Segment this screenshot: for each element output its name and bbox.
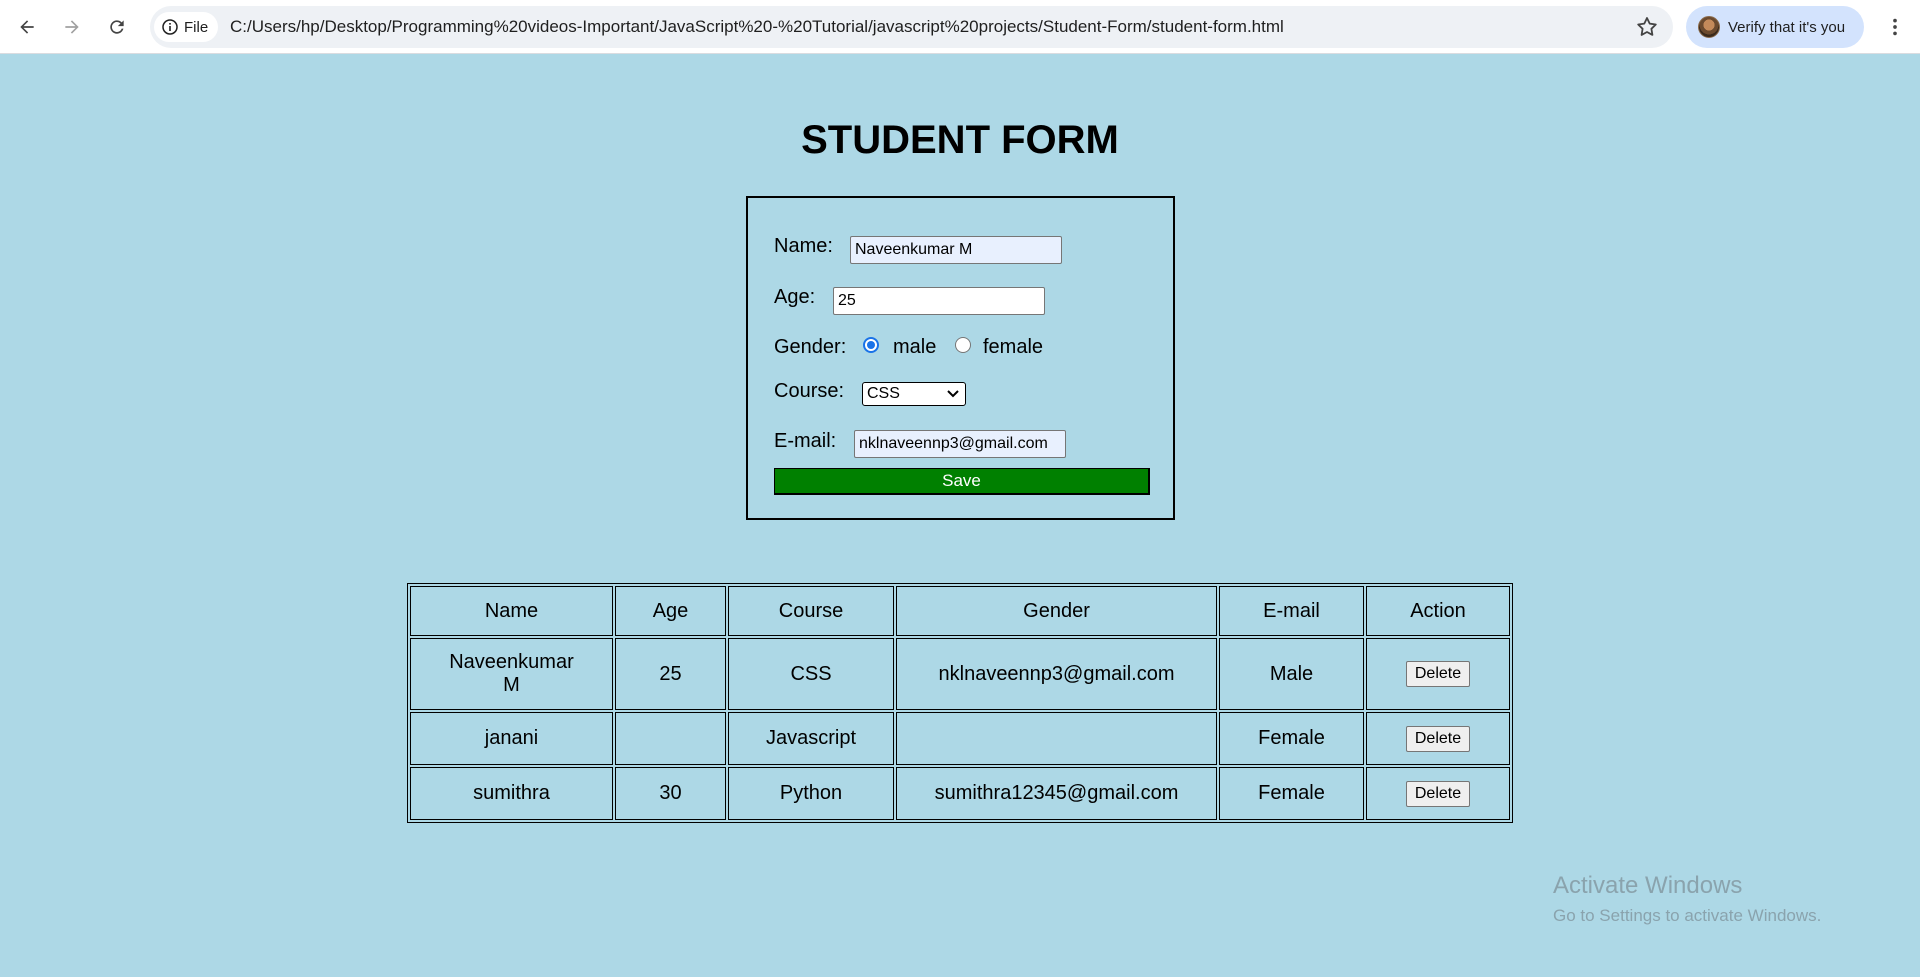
cell-name-text: Naveenkumar M bbox=[449, 651, 574, 696]
profile-label: Verify that it's you bbox=[1728, 18, 1846, 36]
header-age: Age bbox=[615, 586, 726, 636]
gender-male-radio[interactable] bbox=[863, 337, 879, 353]
save-button[interactable]: Save bbox=[774, 468, 1150, 495]
cell-name: Naveenkumar M bbox=[410, 638, 613, 710]
email-field[interactable] bbox=[854, 430, 1066, 458]
cell-gender bbox=[896, 712, 1217, 765]
cell-email: Male bbox=[1219, 638, 1364, 710]
reload-icon bbox=[110, 20, 124, 34]
cell-age bbox=[615, 712, 726, 765]
cell-email: Female bbox=[1219, 712, 1364, 765]
header-name: Name bbox=[410, 586, 613, 636]
url-text[interactable]: C:/Users/hp/Desktop/Programming%20videos… bbox=[230, 6, 1284, 48]
delete-button[interactable]: Delete bbox=[1405, 780, 1471, 807]
age-label: Age: bbox=[774, 286, 816, 308]
cell-name: sumithra bbox=[410, 767, 613, 820]
age-field[interactable] bbox=[833, 287, 1045, 315]
cell-action: Delete bbox=[1366, 767, 1510, 820]
cell-action: Delete bbox=[1366, 712, 1510, 765]
header-course: Course bbox=[728, 586, 894, 636]
chevron-down-icon bbox=[947, 390, 959, 398]
name-field[interactable] bbox=[850, 236, 1062, 264]
cell-action: Delete bbox=[1366, 638, 1510, 710]
cell-age: 25 bbox=[615, 638, 726, 710]
table-row: janani Javascript Female Delete bbox=[410, 712, 1510, 765]
bookmark-button[interactable] bbox=[1635, 15, 1659, 39]
watermark-title: Activate Windows bbox=[1553, 872, 1743, 899]
gender-female-radio[interactable] bbox=[955, 337, 971, 353]
gender-male-label: male bbox=[893, 336, 937, 358]
table-header-row: Name Age Course Gender E-mail Action bbox=[410, 586, 1510, 636]
site-chip-label: File bbox=[184, 18, 209, 36]
cell-course: CSS bbox=[728, 638, 894, 710]
course-label: Course: bbox=[774, 380, 845, 402]
cell-gender: sumithra12345@gmail.com bbox=[896, 767, 1217, 820]
name-label: Name: bbox=[774, 235, 833, 257]
back-button[interactable] bbox=[10, 10, 44, 44]
student-form: Name: Age: Gender: male female Course: C… bbox=[746, 196, 1175, 520]
cell-name: janani bbox=[410, 712, 613, 765]
forward-button[interactable] bbox=[55, 10, 89, 44]
arrow-right-icon bbox=[65, 20, 79, 34]
cell-course: Python bbox=[728, 767, 894, 820]
table-row: Naveenkumar M 25 CSS nklnaveennp3@gmail.… bbox=[410, 638, 1510, 710]
course-selected-value: CSS bbox=[867, 385, 900, 402]
windows-activation-watermark: Activate Windows Go to Settings to activ… bbox=[1553, 872, 1821, 926]
menu-button[interactable] bbox=[1878, 10, 1912, 44]
gender-label: Gender: bbox=[774, 336, 847, 358]
header-email: E-mail bbox=[1219, 586, 1364, 636]
header-action: Action bbox=[1366, 586, 1510, 636]
reload-button[interactable] bbox=[100, 10, 134, 44]
address-bar[interactable]: File C:/Users/hp/Desktop/Programming%20v… bbox=[150, 6, 1673, 48]
cell-course: Javascript bbox=[728, 712, 894, 765]
site-info-chip[interactable]: File bbox=[154, 12, 219, 42]
delete-button[interactable]: Delete bbox=[1405, 725, 1471, 752]
cell-gender: nklnaveennp3@gmail.com bbox=[896, 638, 1217, 710]
header-gender: Gender bbox=[896, 586, 1217, 636]
profile-button[interactable]: Verify that it's you bbox=[1686, 6, 1864, 48]
info-icon bbox=[162, 19, 178, 35]
course-select[interactable]: CSS bbox=[862, 382, 966, 406]
page-title: STUDENT FORM bbox=[801, 118, 1119, 162]
avatar bbox=[1698, 16, 1720, 38]
delete-button[interactable]: Delete bbox=[1405, 661, 1471, 687]
email-label: E-mail: bbox=[774, 430, 837, 452]
gender-female-label: female bbox=[983, 336, 1044, 358]
table-row: sumithra 30 Python sumithra12345@gmail.c… bbox=[410, 767, 1510, 820]
watermark-subtitle: Go to Settings to activate Windows. bbox=[1553, 906, 1822, 925]
arrow-left-icon bbox=[20, 20, 34, 34]
browser-toolbar: File C:/Users/hp/Desktop/Programming%20v… bbox=[0, 0, 1920, 54]
cell-age: 30 bbox=[615, 767, 726, 820]
more-vertical-icon bbox=[1893, 18, 1897, 36]
cell-email: Female bbox=[1219, 767, 1364, 820]
student-table: Name Age Course Gender E-mail Action Nav… bbox=[407, 583, 1513, 823]
star-icon bbox=[1637, 17, 1657, 36]
